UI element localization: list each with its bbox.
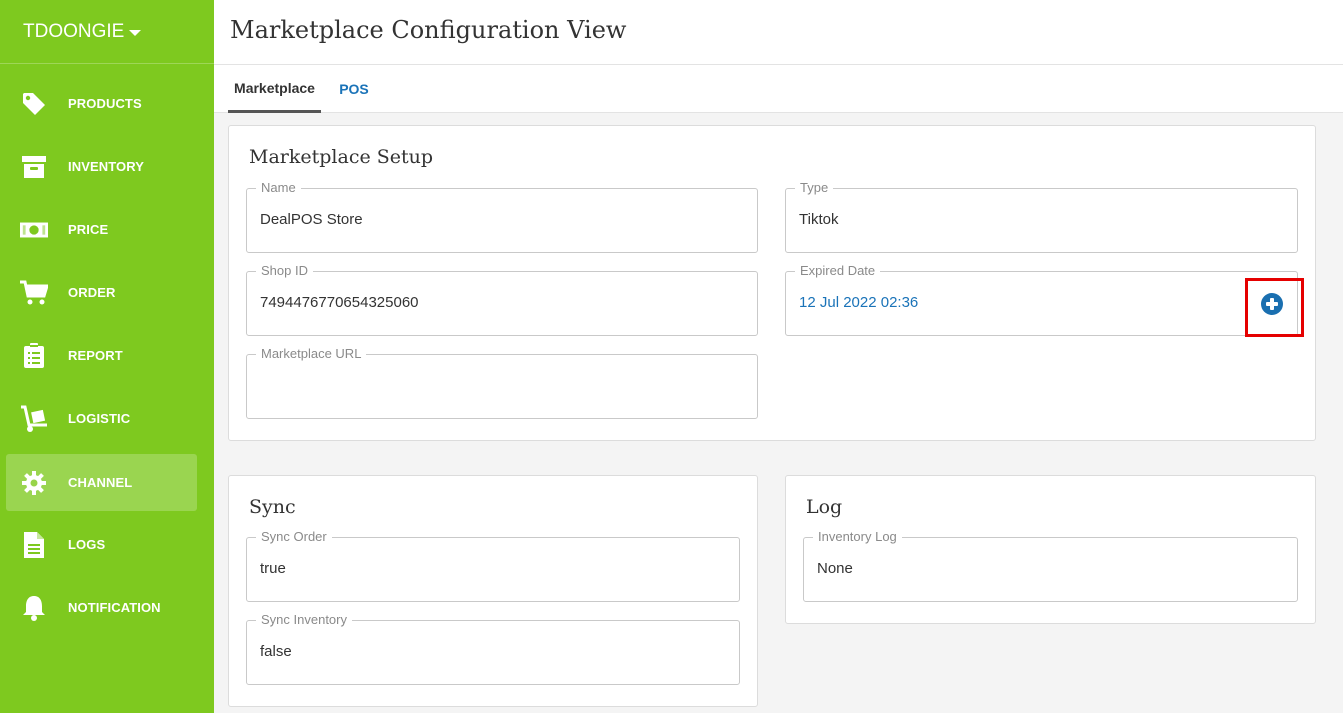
sidebar: TDOONGIE PRODUCTS INVENTORY PRICE ORDER … — [0, 0, 214, 713]
expired-date-field[interactable]: Expired Date 12 Jul 2022 02:36 — [785, 263, 1298, 336]
field-label: Marketplace URL — [256, 346, 367, 362]
account-switcher[interactable]: TDOONGIE — [0, 0, 214, 64]
tab-marketplace[interactable]: Marketplace — [228, 65, 321, 113]
shop-id-field[interactable]: Shop ID 7494476770654325060 — [246, 263, 758, 336]
hand-truck-icon — [20, 405, 48, 433]
nav-label: PRODUCTS — [68, 96, 142, 111]
nav-label: NOTIFICATION — [68, 600, 161, 615]
caret-down-icon — [129, 29, 142, 36]
nav-label: ORDER — [68, 285, 116, 300]
field-value: None — [817, 560, 853, 577]
document-icon — [20, 531, 48, 559]
field-value: DealPOS Store — [260, 211, 363, 228]
card-title: Sync — [249, 496, 296, 518]
sync-order-field[interactable]: Sync Order true — [246, 529, 740, 602]
brand-name: TDOONGIE — [23, 20, 125, 42]
tag-icon — [20, 90, 48, 118]
field-value[interactable]: 12 Jul 2022 02:36 — [799, 294, 918, 311]
inventory-log-field[interactable]: Inventory Log None — [803, 529, 1298, 602]
nav-item-logs[interactable]: LOGS — [6, 516, 197, 573]
nav-item-report[interactable]: REPORT — [6, 327, 197, 384]
card-title: Marketplace Setup — [249, 146, 434, 168]
marketplace-setup-card: Marketplace Setup Name DealPOS Store Typ… — [228, 125, 1316, 441]
nav-label: LOGISTIC — [68, 411, 131, 426]
field-value: Tiktok — [799, 211, 839, 228]
tab-bar: Marketplace POS — [214, 65, 1343, 113]
money-bill-icon — [20, 216, 48, 244]
bell-icon — [20, 594, 48, 622]
nav-item-notification[interactable]: NOTIFICATION — [6, 579, 197, 636]
nav-label: INVENTORY — [68, 159, 145, 174]
shopping-cart-icon — [20, 279, 48, 307]
field-value: false — [260, 643, 292, 660]
archive-box-icon — [20, 153, 48, 181]
nav-label: PRICE — [68, 222, 109, 237]
page-header: Marketplace Configuration View — [214, 0, 1343, 65]
nav-label: REPORT — [68, 348, 123, 363]
log-card: Log Inventory Log None — [785, 475, 1316, 624]
clipboard-list-icon — [20, 342, 48, 370]
sync-inventory-field[interactable]: Sync Inventory false — [246, 612, 740, 685]
gear-icon — [20, 469, 48, 497]
type-field[interactable]: Type Tiktok — [785, 180, 1298, 253]
sync-card: Sync Sync Order true Sync Inventory fals… — [228, 475, 758, 707]
marketplace-url-field[interactable]: Marketplace URL — [246, 346, 758, 419]
field-value: 7494476770654325060 — [260, 294, 419, 311]
field-value: true — [260, 560, 286, 577]
nav-item-logistic[interactable]: LOGISTIC — [6, 390, 197, 447]
name-field[interactable]: Name DealPOS Store — [246, 180, 758, 253]
nav-label: LOGS — [68, 537, 106, 552]
nav-item-order[interactable]: ORDER — [6, 264, 197, 321]
field-label: Expired Date — [795, 263, 881, 279]
page-title: Marketplace Configuration View — [230, 16, 627, 44]
field-label: Shop ID — [256, 263, 313, 279]
card-title: Log — [806, 496, 843, 518]
nav-item-products[interactable]: PRODUCTS — [6, 75, 197, 132]
field-label: Name — [256, 180, 301, 196]
field-label: Type — [795, 180, 834, 196]
field-label: Inventory Log — [813, 529, 902, 545]
field-label: Sync Inventory — [256, 612, 352, 628]
tab-pos[interactable]: POS — [334, 65, 374, 113]
nav-item-price[interactable]: PRICE — [6, 201, 197, 258]
nav-item-inventory[interactable]: INVENTORY — [6, 138, 197, 195]
nav-label: CHANNEL — [68, 475, 133, 490]
highlight-box — [1245, 278, 1304, 337]
field-label: Sync Order — [256, 529, 332, 545]
nav-item-channel[interactable]: CHANNEL — [6, 454, 197, 511]
